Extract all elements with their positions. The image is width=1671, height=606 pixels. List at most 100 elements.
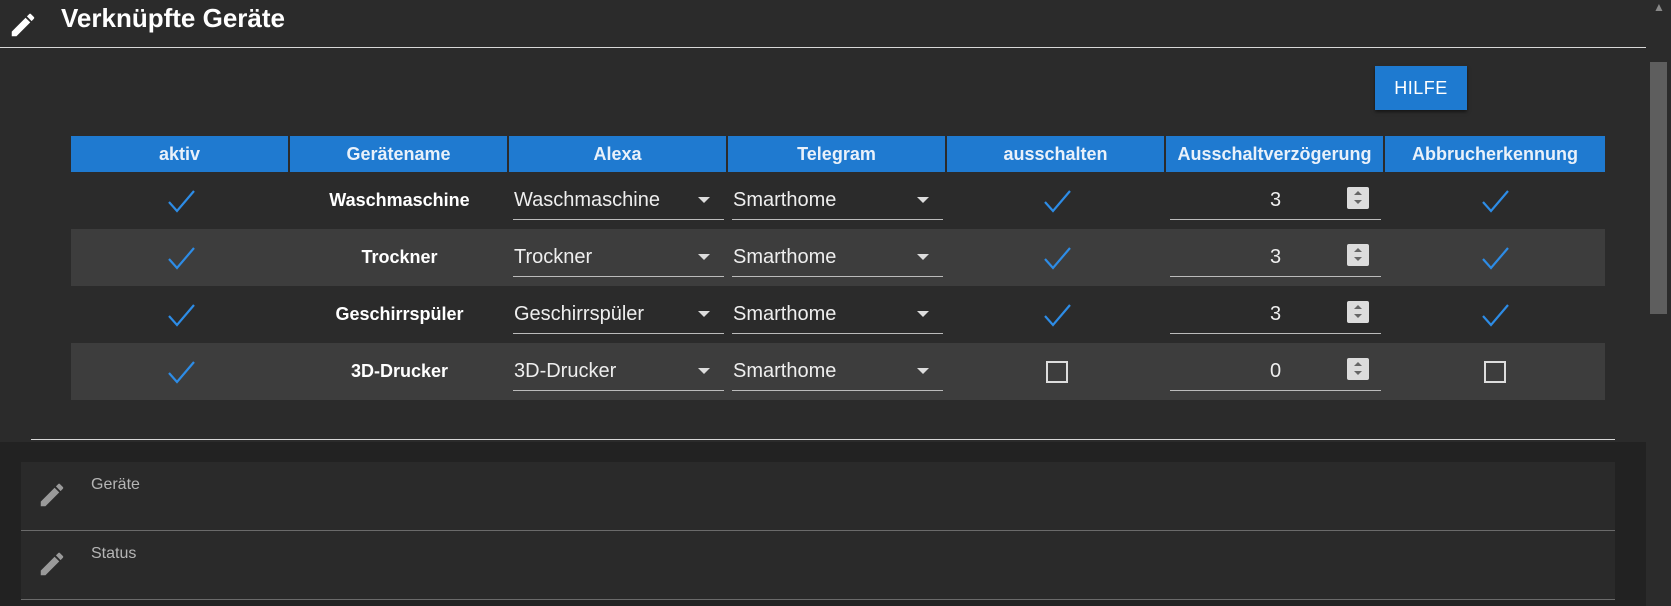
delay-value: 0 — [1269, 359, 1282, 382]
delay-number-input[interactable]: 3 — [1170, 238, 1381, 277]
delay-value: 3 — [1269, 188, 1282, 211]
checkmark-icon[interactable] — [166, 358, 196, 386]
panel-divider — [31, 439, 1615, 440]
caret-down-icon — [917, 311, 929, 317]
column-header-ausschalten[interactable]: ausschalten — [947, 136, 1166, 172]
help-button[interactable]: HILFE — [1375, 66, 1467, 110]
checkmark-icon[interactable] — [1042, 187, 1072, 215]
cell-ausschalten — [947, 172, 1166, 229]
alexa-select[interactable]: Waschmaschine — [513, 181, 724, 220]
pencil-icon[interactable] — [37, 480, 67, 510]
cell-aktiv — [71, 343, 290, 400]
cell-telegram: Smarthome — [728, 229, 947, 286]
column-header-aktiv[interactable]: aktiv — [71, 136, 290, 172]
cell-aktiv — [71, 286, 290, 343]
cell-alexa: 3D-Drucker — [509, 343, 728, 400]
column-header-abbrucherkennung[interactable]: Abbrucherkennung — [1385, 136, 1605, 172]
checkmark-icon[interactable] — [1480, 301, 1510, 329]
alexa-select-value: Geschirrspüler — [514, 302, 645, 325]
telegram-select-value: Smarthome — [733, 302, 837, 325]
telegram-select[interactable]: Smarthome — [732, 352, 943, 391]
number-spinner-icon[interactable] — [1347, 244, 1369, 266]
page-title: Verknüpfte Geräte — [61, 3, 285, 33]
cell-ausschaltverzoegerung: 3 — [1166, 229, 1385, 286]
section-geraete[interactable]: Geräte — [21, 462, 1615, 531]
cell-ausschalten — [947, 343, 1166, 400]
cell-geraetename: Geschirrspüler — [290, 286, 509, 343]
telegram-select-value: Smarthome — [733, 245, 837, 268]
cell-abbrucherkennung — [1385, 343, 1605, 400]
cell-ausschaltverzoegerung: 3 — [1166, 286, 1385, 343]
device-name: 3D-Drucker — [350, 361, 449, 381]
cell-geraetename: Trockner — [290, 229, 509, 286]
alexa-select-value: Waschmaschine — [514, 188, 660, 211]
scroll-up-arrow-icon[interactable]: ▲ — [1653, 0, 1665, 14]
cell-geraetename: Waschmaschine — [290, 172, 509, 229]
cell-ausschaltverzoegerung: 3 — [1166, 172, 1385, 229]
number-spinner-icon[interactable] — [1347, 358, 1369, 380]
abbruch-checkbox[interactable] — [1484, 360, 1506, 383]
telegram-select[interactable]: Smarthome — [732, 238, 943, 277]
alexa-select-value: Trockner — [514, 245, 593, 268]
caret-down-icon — [917, 197, 929, 203]
device-name: Trockner — [361, 247, 438, 267]
section-label: Geräte — [91, 476, 140, 493]
cell-abbrucherkennung — [1385, 172, 1605, 229]
alexa-select[interactable]: Geschirrspüler — [513, 295, 724, 334]
caret-down-icon — [917, 254, 929, 260]
cell-geraetename: 3D-Drucker — [290, 343, 509, 400]
column-header-geraetename[interactable]: Gerätename — [290, 136, 509, 172]
table-header-row: aktiv Gerätename Alexa Telegram ausschal… — [71, 136, 1605, 172]
checkmark-icon[interactable] — [166, 301, 196, 329]
checkmark-icon[interactable] — [1480, 244, 1510, 272]
cell-telegram: Smarthome — [728, 286, 947, 343]
table-row: Trockner Trockner Smarthome 3 — [71, 229, 1605, 286]
telegram-select-value: Smarthome — [733, 359, 837, 382]
telegram-select[interactable]: Smarthome — [732, 295, 943, 334]
section-label: Status — [91, 545, 137, 562]
alexa-select-value: 3D-Drucker — [514, 359, 617, 382]
cell-ausschalten — [947, 286, 1166, 343]
device-name: Waschmaschine — [329, 190, 470, 210]
panel-header: Verknüpfte Geräte — [0, 0, 1646, 48]
linked-devices-panel: Verknüpfte Geräte HILFE aktiv Gerätename… — [0, 0, 1646, 442]
column-header-alexa[interactable]: Alexa — [509, 136, 728, 172]
alexa-select[interactable]: Trockner — [513, 238, 724, 277]
caret-down-icon — [698, 254, 710, 260]
cell-ausschaltverzoegerung: 0 — [1166, 343, 1385, 400]
delay-value: 3 — [1269, 245, 1282, 268]
alexa-select[interactable]: 3D-Drucker — [513, 352, 724, 391]
delay-number-input[interactable]: 3 — [1170, 181, 1381, 220]
checkmark-icon[interactable] — [166, 244, 196, 272]
caret-down-icon — [698, 197, 710, 203]
cell-telegram: Smarthome — [728, 172, 947, 229]
telegram-select-value: Smarthome — [733, 188, 837, 211]
cell-aktiv — [71, 229, 290, 286]
column-header-telegram[interactable]: Telegram — [728, 136, 947, 172]
table-row: Waschmaschine Waschmaschine Smarthome 3 — [71, 172, 1605, 229]
cell-abbrucherkennung — [1385, 286, 1605, 343]
delay-number-input[interactable]: 0 — [1170, 352, 1381, 391]
delay-number-input[interactable]: 3 — [1170, 295, 1381, 334]
checkmark-icon[interactable] — [166, 187, 196, 215]
ausschalten-checkbox[interactable] — [1045, 360, 1068, 383]
checkmark-icon[interactable] — [1042, 244, 1072, 272]
cell-alexa: Trockner — [509, 229, 728, 286]
table-row: 3D-Drucker 3D-Drucker Smarthome 0 — [71, 343, 1605, 400]
cell-alexa: Waschmaschine — [509, 172, 728, 229]
section-status[interactable]: Status — [21, 531, 1615, 600]
telegram-select[interactable]: Smarthome — [732, 181, 943, 220]
column-header-ausschaltverzoegerung[interactable]: Ausschaltverzögerung — [1166, 136, 1385, 172]
number-spinner-icon[interactable] — [1347, 301, 1369, 323]
cell-alexa: Geschirrspüler — [509, 286, 728, 343]
pencil-icon[interactable] — [8, 10, 38, 40]
checkmark-icon[interactable] — [1042, 301, 1072, 329]
cell-abbrucherkennung — [1385, 229, 1605, 286]
caret-down-icon — [698, 368, 710, 374]
pencil-icon[interactable] — [37, 549, 67, 579]
checkmark-icon[interactable] — [1480, 187, 1510, 215]
cell-telegram: Smarthome — [728, 343, 947, 400]
number-spinner-icon[interactable] — [1347, 187, 1369, 209]
scrollbar-thumb[interactable] — [1650, 62, 1667, 314]
delay-value: 3 — [1269, 302, 1282, 325]
